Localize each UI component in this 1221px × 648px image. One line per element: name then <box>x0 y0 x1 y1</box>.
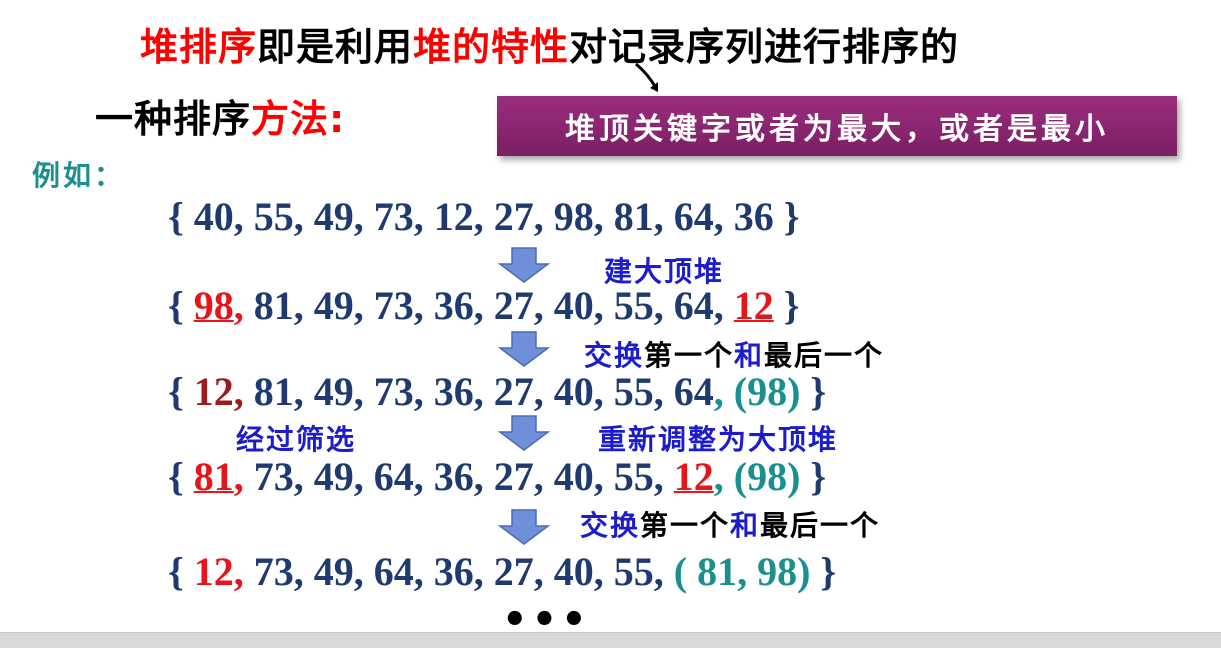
example-label: 例如： <box>32 159 126 192</box>
note-swap-2: 交换第一个和最后一个 <box>580 504 880 544</box>
title-heap-sort: 堆排序 <box>140 25 258 69</box>
brace-close: } <box>773 194 800 239</box>
sequence-values: 81, 49, 73, 36, 27, 40, 55, 64 <box>243 369 714 414</box>
sequence-values: 81, 49, 73, 36, 27, 40, 55, 64, <box>243 283 734 328</box>
brace-open: { <box>168 194 194 239</box>
title-text: 即是利用 <box>257 25 414 69</box>
brace-open: { <box>168 369 194 414</box>
comma: , <box>233 549 244 594</box>
highlight-first: 98 <box>193 283 234 328</box>
highlight-first: 12 <box>193 549 234 594</box>
title-line-1: 堆排序即是利用堆的特性对记录序列进行排序的 <box>140 16 959 71</box>
sorted-tail: , (98) <box>713 369 801 414</box>
down-arrow-icon <box>498 415 550 451</box>
brace-open: { <box>168 454 194 499</box>
highlight-first: 12 <box>193 369 234 414</box>
brace-open: { <box>168 549 194 594</box>
sorted-tail: , (98) <box>713 454 801 499</box>
sequence-row-second-swap: { 12, 73, 49, 64, 36, 27, 40, 55, ( 81, … <box>168 548 836 595</box>
bottom-scroll-bar[interactable] <box>0 632 1221 648</box>
sequence-values: 73, 49, 64, 36, 27, 40, 55, <box>243 549 674 594</box>
title-method: 方法: <box>251 97 346 141</box>
sequence-row-readjusted: { 81, 73, 49, 64, 36, 27, 40, 55, 12, (9… <box>168 453 826 500</box>
note-and: 和 <box>730 509 761 542</box>
comma: , <box>233 283 244 328</box>
sequence-row-initial: { 40, 55, 49, 73, 12, 27, 98, 81, 64, 36… <box>168 193 800 240</box>
brace-close: } <box>800 369 827 414</box>
comma: , <box>233 369 244 414</box>
note-readjust: 重新调整为大顶堆 <box>598 423 839 456</box>
sorted-tail: ( 81, 98) <box>673 549 811 594</box>
brace-close: } <box>773 283 800 328</box>
note-swap: 交换 <box>580 509 641 542</box>
highlight-last: 12 <box>673 454 714 499</box>
ellipsis: ••• <box>502 597 591 643</box>
brace-close: } <box>810 549 837 594</box>
highlight-first: 81 <box>193 454 234 499</box>
down-arrow-icon <box>498 331 550 367</box>
title-line-2: 一种排序方法: <box>95 88 345 143</box>
note-sift: 经过筛选 <box>236 423 357 456</box>
slide: 堆排序即是利用堆的特性对记录序列进行排序的 一种排序方法: 堆顶关键字或者为最大… <box>0 0 1221 643</box>
brace-close: } <box>800 454 827 499</box>
brace-open: { <box>168 283 194 328</box>
down-arrow-icon <box>498 247 550 283</box>
sequence-row-max-heap: { 98, 81, 49, 73, 36, 27, 40, 55, 64, 12… <box>168 282 800 329</box>
note-last: 最后一个 <box>760 509 881 542</box>
note-first: 第一个 <box>640 509 731 542</box>
sequence-row-swapped: { 12, 81, 49, 73, 36, 27, 40, 55, 64, (9… <box>168 368 826 415</box>
title-text: 对记录序列进行排序的 <box>569 25 960 69</box>
sequence-values: 73, 49, 64, 36, 27, 40, 55, <box>243 454 674 499</box>
comma: , <box>233 454 244 499</box>
pointer-arrow-icon <box>635 62 658 92</box>
callout-box: 堆顶关键字或者为最大，或者是最小 <box>497 96 1177 156</box>
down-arrow-icon <box>498 509 550 545</box>
sequence-values: 40, 55, 49, 73, 12, 27, 98, 81, 64, 36 <box>193 194 774 239</box>
callout-text: 堆顶关键字或者为最大，或者是最小 <box>565 112 1109 147</box>
title-heap-property: 堆的特性 <box>413 25 570 69</box>
highlight-last: 12 <box>733 283 774 328</box>
title-text: 一种排序 <box>95 97 252 141</box>
